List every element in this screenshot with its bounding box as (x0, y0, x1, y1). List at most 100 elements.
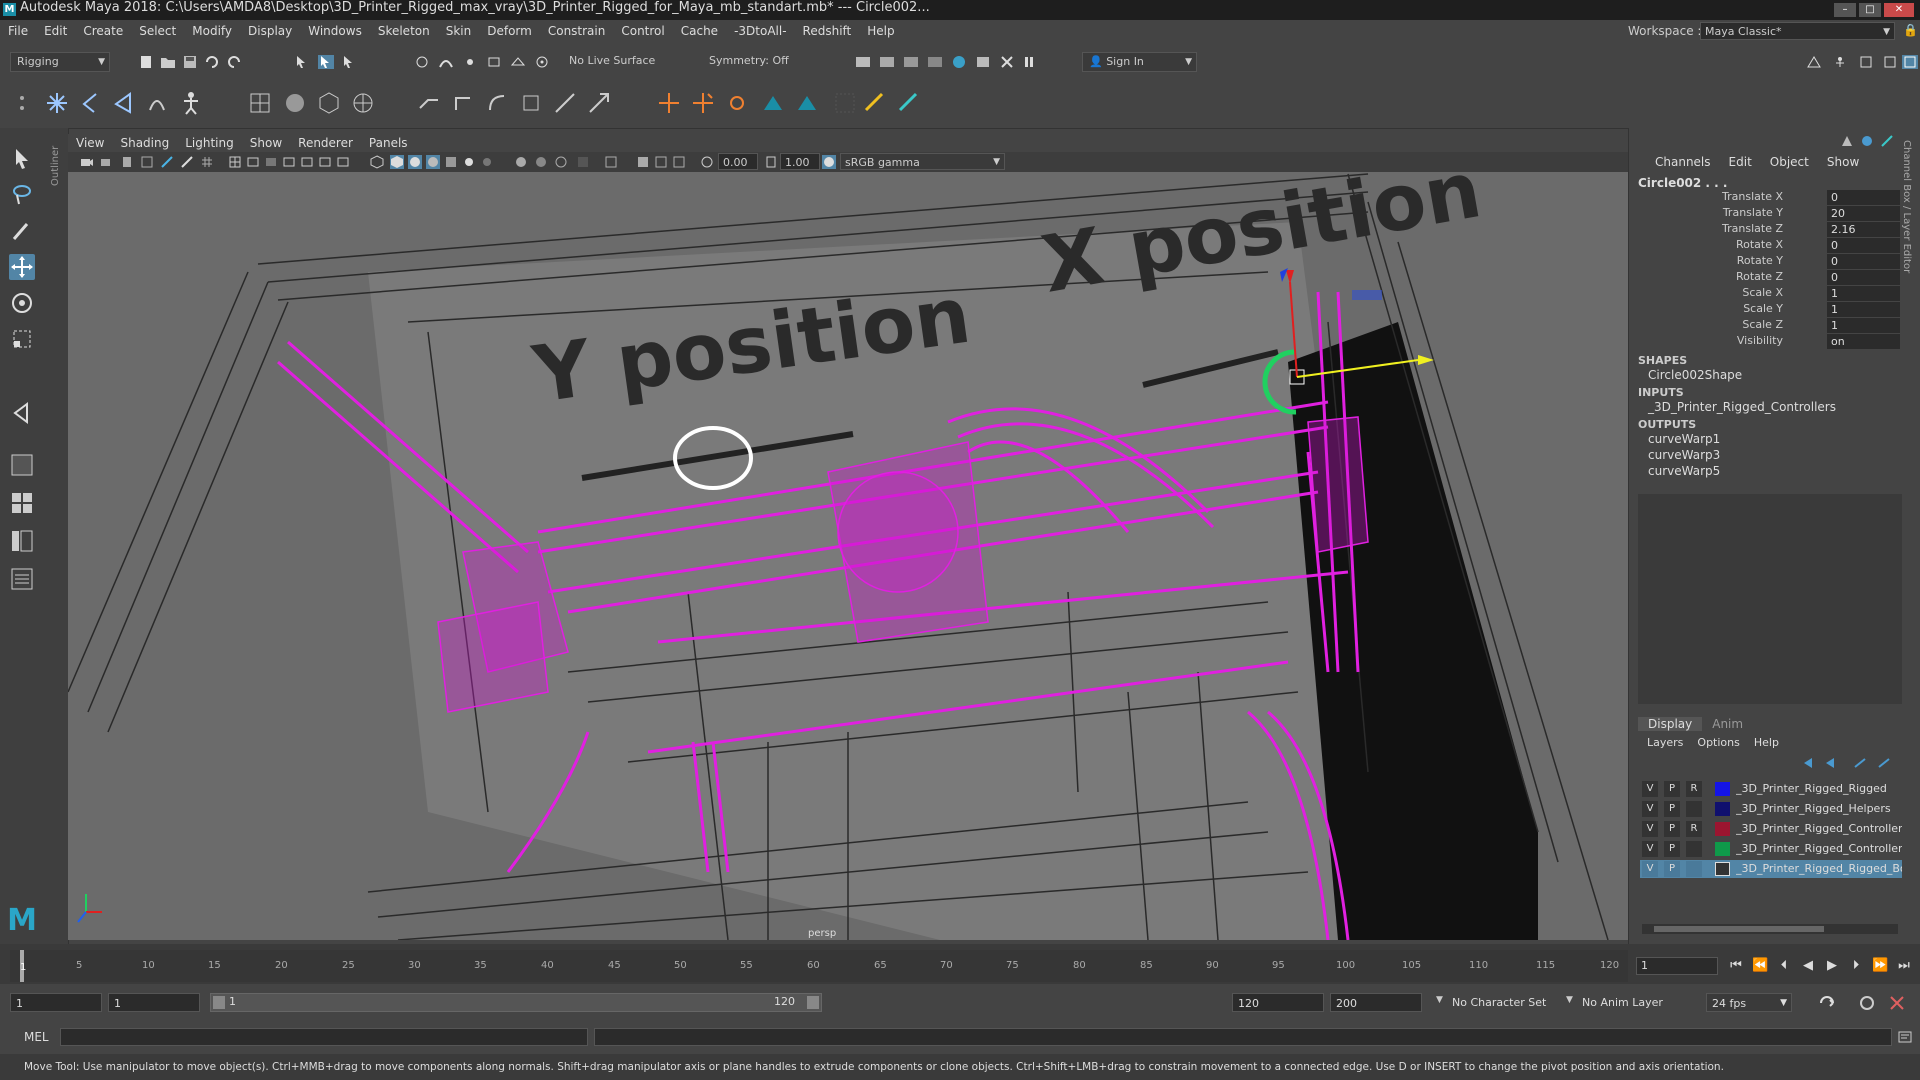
close-button[interactable]: ✕ (1884, 3, 1914, 17)
layer-name[interactable]: _3D_Printer_Rigged_Controllers (1736, 822, 1902, 835)
snap-point-icon[interactable] (462, 55, 478, 69)
motion-blur-icon[interactable] (514, 155, 528, 169)
attr-scale-y[interactable]: Scale Y 1 (1628, 302, 1900, 318)
script-language-toggle[interactable]: MEL (24, 1030, 49, 1044)
new-layer-icon[interactable] (1852, 756, 1868, 770)
layer-menu-layers[interactable]: Layers (1640, 736, 1690, 749)
attr-value[interactable]: 2.16 (1827, 222, 1900, 237)
paint-select-icon[interactable] (9, 218, 35, 244)
gate-mask-icon[interactable] (264, 155, 278, 169)
layer-row[interactable]: V P _3D_Printer_Rigged_Helpers (1640, 800, 1902, 818)
layer-row[interactable]: V P R _3D_Printer_Rigged_Rigged (1640, 780, 1902, 798)
layer-reference-toggle[interactable] (1686, 861, 1702, 877)
redo-icon[interactable] (226, 55, 242, 69)
pole-vector-icon[interactable] (586, 90, 612, 116)
menu-file[interactable]: File (0, 20, 36, 42)
workspace-dropdown[interactable]: Maya Classic* ▼ (1700, 22, 1895, 40)
go-to-start-button[interactable]: ⏮ (1728, 958, 1744, 974)
menu-skeleton[interactable]: Skeleton (370, 20, 438, 42)
new-layer-selected-icon[interactable] (1876, 756, 1892, 770)
fps-dropdown[interactable]: 24 fps ▼ (1706, 993, 1792, 1012)
attr-value[interactable]: on (1827, 334, 1900, 349)
layer-tab-anim[interactable]: Anim (1702, 717, 1753, 731)
command-input[interactable] (60, 1028, 588, 1046)
wrap-deformer-icon[interactable] (316, 90, 342, 116)
channel-box-toggle-icon[interactable] (1902, 55, 1918, 69)
point-constraint-icon[interactable] (450, 90, 476, 116)
character-controls-icon[interactable] (1832, 55, 1848, 69)
layer-name[interactable]: _3D_Printer_Rigged_Helpers (1736, 802, 1902, 815)
parent-constraint-icon[interactable] (416, 90, 442, 116)
menu-3dtoall[interactable]: -3DtoAll- (726, 20, 794, 42)
attr-value[interactable]: 1 (1827, 318, 1900, 333)
create-joint-icon[interactable] (44, 90, 70, 116)
shelf-options-icon[interactable] (14, 90, 30, 116)
layer-reference-toggle[interactable]: R (1686, 821, 1702, 837)
menu-edit[interactable]: Edit (36, 20, 75, 42)
script-editor-icon[interactable] (1897, 1030, 1913, 1044)
locator-orient-icon[interactable] (690, 90, 716, 116)
move-tool-icon[interactable] (9, 254, 35, 280)
attr-translate-z[interactable]: Translate Z 2.16 (1628, 222, 1900, 238)
layer-color-swatch[interactable] (1715, 782, 1730, 796)
attr-value[interactable]: 1 (1827, 302, 1900, 317)
viewport-menu-view[interactable]: View (68, 136, 112, 150)
isolate-select-icon[interactable] (576, 155, 590, 169)
layer-row[interactable]: V P _3D_Printer_Rigged_Controllers (1640, 840, 1902, 858)
layer-color-swatch[interactable] (1715, 802, 1730, 816)
layer-color-swatch[interactable] (1715, 822, 1730, 836)
chevron-down-icon[interactable]: ▼ (1566, 995, 1573, 1005)
layer-tab-display[interactable]: Display (1638, 717, 1703, 731)
exposure-icon[interactable] (700, 155, 714, 169)
select-object-icon[interactable] (318, 55, 334, 69)
scale-tool-icon[interactable] (9, 326, 35, 352)
new-scene-icon[interactable] (138, 55, 154, 69)
playback-end-field[interactable]: 120 (1232, 993, 1324, 1012)
render-view-icon[interactable] (879, 55, 895, 69)
lattice-icon[interactable] (247, 90, 273, 116)
wireframe-on-shaded-icon[interactable] (408, 155, 422, 169)
menu-deform[interactable]: Deform (479, 20, 540, 42)
attr-translate-y[interactable]: Translate Y 20 (1628, 206, 1900, 222)
tool-settings-icon[interactable] (1882, 55, 1898, 69)
play-forwards-button[interactable]: ▶ (1824, 958, 1840, 974)
grease-pencil-icon[interactable] (180, 155, 194, 169)
render-frame-icon[interactable] (855, 55, 871, 69)
layer-reference-toggle[interactable]: R (1686, 781, 1702, 797)
smooth-shade-icon[interactable] (390, 155, 404, 169)
channel-menu-object[interactable]: Object (1761, 155, 1818, 169)
snap-view-icon[interactable] (486, 55, 502, 69)
bind-skin-icon[interactable] (144, 90, 170, 116)
color-management-icon[interactable] (822, 155, 836, 169)
end-time-field[interactable]: 200 (1330, 993, 1422, 1012)
snap-vertex-icon[interactable] (534, 55, 550, 69)
save-scene-icon[interactable] (182, 55, 198, 69)
layer-menu-help[interactable]: Help (1747, 736, 1786, 749)
layer-reference-toggle[interactable] (1686, 841, 1702, 857)
viewport-menu-lighting[interactable]: Lighting (177, 136, 242, 150)
attr-value[interactable]: 20 (1827, 206, 1900, 221)
pause-icon[interactable] (1021, 55, 1037, 69)
layer-name[interactable]: _3D_Printer_Rigged_Rigged (1736, 782, 1902, 795)
layer-visibility-toggle[interactable]: V (1642, 841, 1658, 857)
last-tool-icon[interactable] (9, 400, 35, 426)
menu-constrain[interactable]: Constrain (540, 20, 614, 42)
lock-icon[interactable]: 🔒 (1903, 23, 1918, 37)
menu-modify[interactable]: Modify (184, 20, 240, 42)
symmetry-dropdown[interactable]: Symmetry: Off (703, 52, 803, 72)
bookmarks-icon[interactable] (120, 155, 134, 169)
loop-icon[interactable] (1818, 994, 1836, 1012)
attr-value[interactable]: 0 (1827, 254, 1900, 269)
lasso-tool-icon[interactable] (9, 182, 35, 208)
backface-culling-icon[interactable] (672, 155, 686, 169)
character-set-dropdown[interactable]: No Character Set (1452, 996, 1572, 1009)
ipr-render-icon[interactable] (903, 55, 919, 69)
modeling-toolkit-toggle-icon[interactable] (1880, 134, 1894, 148)
resolution-gate-icon[interactable] (246, 155, 260, 169)
go-to-end-button[interactable]: ⏭ (1896, 958, 1912, 974)
maya-muscle-alt-icon[interactable] (794, 90, 820, 116)
layer-name[interactable]: _3D_Printer_Rigged_Controllers (1736, 842, 1902, 855)
modeling-toolkit-icon[interactable] (1806, 55, 1822, 69)
sign-in-button[interactable]: 👤 Sign In ▼ (1082, 52, 1197, 72)
layer-visibility-toggle[interactable]: V (1642, 821, 1658, 837)
